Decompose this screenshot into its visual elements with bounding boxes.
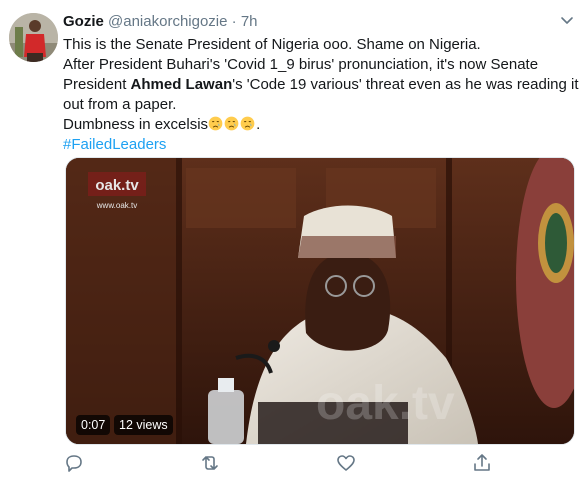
- tweet-text-line: After President Buhari's 'Covid 1_9 biru…: [63, 56, 539, 73]
- watermark-text: oak.tv: [316, 377, 455, 430]
- author-handle[interactable]: @aniakorchigozie: [108, 13, 227, 30]
- channel-url-text: www.oak.tv: [96, 201, 137, 210]
- channel-logo-text: oak.tv: [95, 177, 139, 194]
- tweet-timestamp[interactable]: 7h: [241, 13, 258, 30]
- crying-face-emoji-icon: [224, 116, 239, 131]
- crying-face-emoji-icon: [208, 116, 223, 131]
- chevron-down-icon[interactable]: [557, 10, 577, 30]
- channel-logo: oak.tv www.oak.tv: [86, 170, 148, 214]
- author-name[interactable]: Gozie: [63, 13, 104, 30]
- tweet-text-line: Dumbness in excelsis.: [63, 115, 578, 135]
- tweet-text-fragment: 's 'Code 19 various' threat even as he w…: [232, 76, 579, 93]
- tweet-text-fragment: Dumbness in excelsis: [63, 116, 209, 133]
- tweet-text-line: This is the Senate President of Nigeria …: [63, 36, 481, 53]
- reply-icon[interactable]: [63, 452, 85, 474]
- view-count: 12 views: [114, 415, 173, 435]
- tweet-text: This is the Senate President of Nigeria …: [63, 35, 579, 155]
- retweet-icon[interactable]: [199, 452, 221, 474]
- channel-logo-art: oak.tv www.oak.tv: [88, 172, 146, 210]
- tweet-header: Gozie @aniakorchigozie · 7h: [63, 12, 258, 32]
- tweet-text-line: out from a paper.: [63, 96, 177, 113]
- tweet-actions: [63, 452, 533, 474]
- crying-face-emoji-icon: [240, 116, 255, 131]
- tweet-text-fragment: President: [63, 76, 131, 93]
- like-icon[interactable]: [335, 452, 357, 474]
- tweet-text-line: President Ahmed Lawan's 'Code 19 various…: [63, 75, 579, 95]
- hashtag-link[interactable]: #FailedLeaders: [63, 135, 578, 155]
- emoji-group: [208, 116, 256, 133]
- video-duration: 0:07: [76, 415, 111, 435]
- separator-dot: ·: [231, 13, 237, 30]
- tweet-text-fragment: .: [256, 116, 261, 133]
- video-player[interactable]: oak.tv www.oak.tv oak.tv 0:07 12 views: [65, 157, 575, 445]
- share-icon[interactable]: [471, 452, 493, 474]
- bold-name: Ahmed Lawan: [130, 76, 233, 93]
- avatar[interactable]: [9, 13, 58, 62]
